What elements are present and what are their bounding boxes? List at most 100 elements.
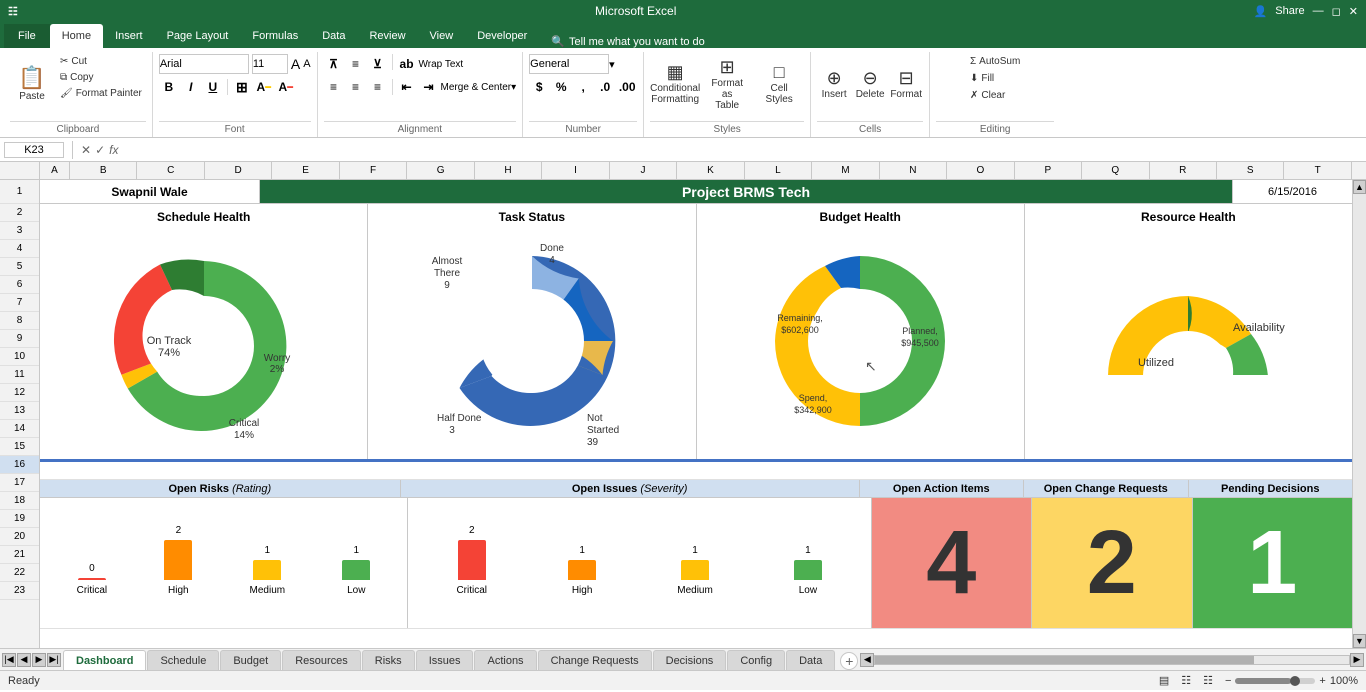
insert-function-icon[interactable]: fx	[109, 143, 118, 157]
currency-button[interactable]: $	[529, 77, 549, 97]
row-num-16[interactable]: 16	[0, 456, 39, 474]
tab-config[interactable]: Config	[727, 650, 785, 670]
font-name-input[interactable]	[159, 54, 249, 74]
col-header-S[interactable]: S	[1217, 162, 1284, 179]
row-num-22[interactable]: 22	[0, 564, 39, 582]
tab-data[interactable]: Data	[310, 24, 357, 48]
col-header-G[interactable]: G	[407, 162, 474, 179]
maximize-icon[interactable]: ◻	[1332, 5, 1341, 18]
col-header-R[interactable]: R	[1150, 162, 1217, 179]
row-num-4[interactable]: 4	[0, 240, 39, 258]
tab-home[interactable]: Home	[50, 24, 103, 48]
col-header-L[interactable]: L	[745, 162, 812, 179]
scroll-track-horizontal[interactable]	[874, 655, 1350, 665]
share-button[interactable]: Share	[1275, 5, 1304, 17]
row-num-11[interactable]: 11	[0, 366, 39, 384]
row-num-13[interactable]: 13	[0, 402, 39, 420]
copy-button[interactable]: ⧉ Copy	[56, 70, 146, 85]
format-button[interactable]: ⊟ Format	[889, 54, 923, 114]
tab-decisions[interactable]: Decisions	[653, 650, 727, 670]
col-header-J[interactable]: J	[610, 162, 677, 179]
format-as-table-button[interactable]: ⊞ Format asTable	[702, 54, 752, 114]
tab-next-button[interactable]: ▶	[32, 653, 46, 667]
tab-last-button[interactable]: ▶|	[47, 653, 61, 667]
col-header-E[interactable]: E	[272, 162, 339, 179]
row-num-14[interactable]: 14	[0, 420, 39, 438]
scroll-track-vertical[interactable]	[1353, 194, 1366, 634]
view-layout-button[interactable]: ☷	[1181, 674, 1191, 687]
project-title-cell[interactable]: Project BRMS Tech	[260, 180, 1232, 203]
decrease-decimal-button[interactable]: .0	[595, 77, 615, 97]
tab-change-requests[interactable]: Change Requests	[538, 650, 652, 670]
row-num-10[interactable]: 10	[0, 348, 39, 366]
format-painter-button[interactable]: 🖌 Format Painter	[56, 86, 146, 101]
tab-issues[interactable]: Issues	[416, 650, 474, 670]
fill-button[interactable]: ⬇ Fill	[966, 71, 998, 86]
percent-button[interactable]: %	[551, 77, 571, 97]
col-header-H[interactable]: H	[475, 162, 542, 179]
orientation-button[interactable]: ab	[397, 54, 417, 74]
col-header-F[interactable]: F	[340, 162, 407, 179]
row-num-9[interactable]: 9	[0, 330, 39, 348]
tab-dashboard[interactable]: Dashboard	[63, 650, 146, 670]
tab-resources[interactable]: Resources	[282, 650, 361, 670]
author-cell[interactable]: Swapnil Wale	[40, 180, 260, 203]
scroll-right-button[interactable]: ▶	[1350, 653, 1364, 667]
add-sheet-button[interactable]: +	[840, 652, 858, 670]
row-num-3[interactable]: 3	[0, 222, 39, 240]
row-num-21[interactable]: 21	[0, 546, 39, 564]
row-num-18[interactable]: 18	[0, 492, 39, 510]
col-header-I[interactable]: I	[542, 162, 609, 179]
bold-button[interactable]: B	[159, 77, 179, 97]
paste-button[interactable]: 📋 Paste	[10, 54, 54, 114]
date-cell[interactable]: 6/15/2016	[1232, 180, 1352, 203]
increase-indent-button[interactable]: ⇥	[419, 77, 439, 97]
increase-font-icon[interactable]: A	[291, 56, 300, 72]
scroll-down-button[interactable]: ▼	[1353, 634, 1366, 648]
vertical-scrollbar[interactable]: ▲ ▼	[1352, 180, 1366, 648]
decrease-indent-button[interactable]: ⇤	[397, 77, 417, 97]
row-num-2[interactable]: 2	[0, 204, 39, 222]
col-header-O[interactable]: O	[947, 162, 1014, 179]
autosum-button[interactable]: Σ AutoSum	[966, 54, 1024, 69]
horizontal-scrollbar[interactable]: ◀ ▶	[858, 649, 1366, 670]
row-num-8[interactable]: 8	[0, 312, 39, 330]
row-num-12[interactable]: 12	[0, 384, 39, 402]
cell-styles-button[interactable]: □ CellStyles	[754, 54, 804, 114]
col-header-Q[interactable]: Q	[1082, 162, 1149, 179]
confirm-formula-icon[interactable]: ✓	[95, 143, 105, 157]
view-pagebreak-button[interactable]: ☷	[1203, 674, 1213, 687]
col-header-A[interactable]: A	[40, 162, 70, 179]
clear-button[interactable]: ✗ Clear	[966, 88, 1009, 103]
increase-decimal-button[interactable]: .00	[617, 77, 637, 97]
row-num-7[interactable]: 7	[0, 294, 39, 312]
close-icon[interactable]: ✕	[1349, 5, 1358, 18]
zoom-in-button[interactable]: +	[1319, 675, 1325, 687]
zoom-out-button[interactable]: −	[1225, 675, 1231, 687]
align-top-button[interactable]: ⊼	[324, 54, 344, 74]
tab-actions[interactable]: Actions	[474, 650, 536, 670]
tab-formulas[interactable]: Formulas	[240, 24, 310, 48]
italic-button[interactable]: I	[181, 77, 201, 97]
tab-file[interactable]: File	[4, 24, 50, 48]
row-num-19[interactable]: 19	[0, 510, 39, 528]
number-format-arrow[interactable]: ▾	[609, 58, 615, 71]
left-align-button[interactable]: ≡	[324, 77, 344, 97]
row-num-6[interactable]: 6	[0, 276, 39, 294]
col-header-B[interactable]: B	[70, 162, 137, 179]
row-num-15[interactable]: 15	[0, 438, 39, 456]
align-middle-button[interactable]: ≡	[346, 54, 366, 74]
tab-risks[interactable]: Risks	[362, 650, 415, 670]
zoom-slider[interactable]	[1235, 678, 1315, 684]
col-header-D[interactable]: D	[205, 162, 272, 179]
tab-budget[interactable]: Budget	[220, 650, 281, 670]
col-header-T[interactable]: T	[1284, 162, 1351, 179]
scroll-up-button[interactable]: ▲	[1353, 180, 1366, 194]
fill-color-button[interactable]: A▬	[254, 77, 274, 97]
cancel-formula-icon[interactable]: ✕	[81, 143, 91, 157]
col-header-P[interactable]: P	[1015, 162, 1082, 179]
delete-button[interactable]: ⊖ Delete	[853, 54, 887, 114]
formula-input[interactable]	[122, 143, 1362, 157]
tab-review[interactable]: Review	[357, 24, 417, 48]
tab-schedule[interactable]: Schedule	[147, 650, 219, 670]
